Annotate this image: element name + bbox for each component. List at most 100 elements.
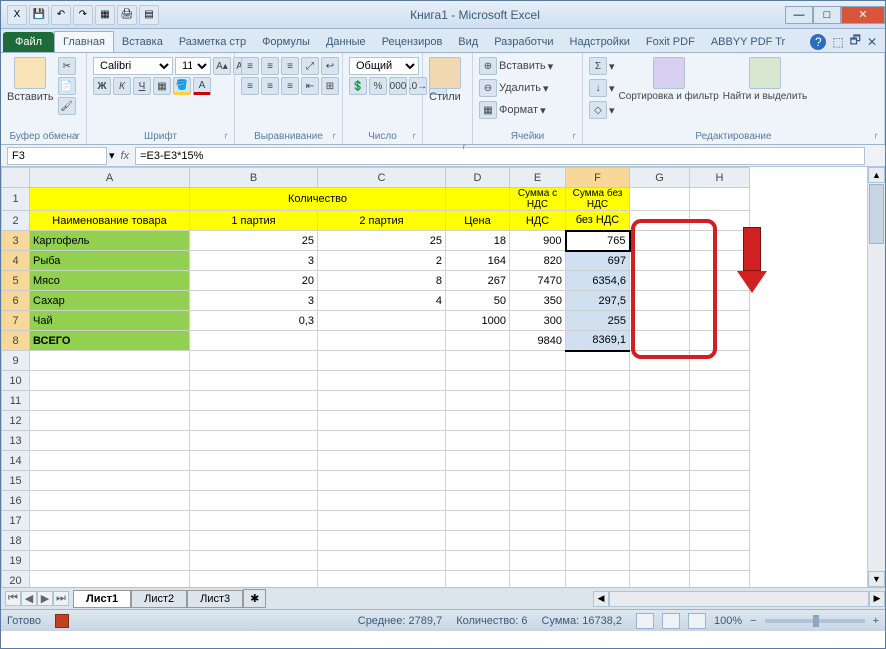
qat-excel-icon[interactable]: X <box>7 5 27 25</box>
cell[interactable] <box>30 391 190 411</box>
cell[interactable] <box>630 311 690 331</box>
cell[interactable]: 697 <box>566 251 630 271</box>
cell[interactable] <box>630 351 690 371</box>
qat-icon-6[interactable]: ▤ <box>139 5 159 25</box>
cell[interactable] <box>318 331 446 351</box>
cell[interactable] <box>446 188 510 211</box>
view-pagelayout-icon[interactable] <box>662 613 680 629</box>
cell[interactable] <box>690 531 750 551</box>
cell[interactable]: 300 <box>510 311 566 331</box>
cell[interactable] <box>190 431 318 451</box>
tab-review[interactable]: Рецензиров <box>374 32 451 52</box>
cell[interactable] <box>318 551 446 571</box>
comma-icon[interactable]: 000 <box>389 77 407 95</box>
align-top-icon[interactable]: ≡ <box>241 57 259 75</box>
cell[interactable] <box>318 471 446 491</box>
cell[interactable] <box>190 531 318 551</box>
row-header[interactable]: 4 <box>2 251 30 271</box>
cell[interactable] <box>30 491 190 511</box>
cell[interactable] <box>690 211 750 231</box>
row-header[interactable]: 3 <box>2 231 30 251</box>
underline-button[interactable]: Ч <box>133 77 151 95</box>
row-header[interactable]: 15 <box>2 471 30 491</box>
cell[interactable]: 50 <box>446 291 510 311</box>
cell[interactable] <box>510 371 566 391</box>
fill-icon[interactable]: ↓ <box>589 79 607 97</box>
row-header[interactable]: 7 <box>2 311 30 331</box>
tab-abbyy[interactable]: ABBYY PDF Tr <box>703 32 793 52</box>
cell[interactable] <box>30 431 190 451</box>
cell[interactable] <box>630 491 690 511</box>
row-header[interactable]: 18 <box>2 531 30 551</box>
col-header-F[interactable]: F <box>566 168 630 188</box>
cell[interactable] <box>446 531 510 551</box>
cell[interactable] <box>510 491 566 511</box>
copy-icon[interactable]: 📄 <box>58 77 76 95</box>
cell[interactable] <box>318 451 446 471</box>
cut-icon[interactable]: ✂ <box>58 57 76 75</box>
worksheet-grid[interactable]: A B C D E F G H 1 Количество Сумма с НДС… <box>1 167 885 587</box>
font-name-select[interactable]: Calibri <box>93 57 173 75</box>
insert-cells-icon[interactable]: ⊕ <box>479 57 497 75</box>
sheet-tab-2[interactable]: Лист2 <box>131 590 187 608</box>
cell[interactable] <box>446 371 510 391</box>
cell[interactable] <box>446 391 510 411</box>
cell[interactable] <box>630 331 690 351</box>
cell[interactable]: без НДС <box>566 211 630 231</box>
cell[interactable] <box>446 331 510 351</box>
cell[interactable] <box>30 351 190 371</box>
percent-icon[interactable]: % <box>369 77 387 95</box>
tab-pagelayout[interactable]: Разметка стр <box>171 32 254 52</box>
name-box[interactable]: F3 <box>7 147 107 165</box>
cell[interactable]: 9840 <box>510 331 566 351</box>
cell[interactable] <box>630 188 690 211</box>
qat-icon-4[interactable]: ▦ <box>95 5 115 25</box>
tab-foxit[interactable]: Foxit PDF <box>638 32 703 52</box>
italic-button[interactable]: К <box>113 77 131 95</box>
scroll-left-icon[interactable]: ◀ <box>593 591 609 607</box>
sheet-nav-prev-icon[interactable]: ◀ <box>21 591 37 606</box>
scroll-down-icon[interactable]: ▼ <box>868 571 885 587</box>
cell[interactable]: Рыба <box>30 251 190 271</box>
row-header[interactable]: 16 <box>2 491 30 511</box>
cell[interactable]: Цена <box>446 211 510 231</box>
indent-dec-icon[interactable]: ⇤ <box>301 77 319 95</box>
cell[interactable] <box>510 471 566 491</box>
cell[interactable] <box>318 531 446 551</box>
cell[interactable] <box>566 391 630 411</box>
cell[interactable] <box>510 531 566 551</box>
styles-button[interactable]: Стили <box>429 57 461 103</box>
cell[interactable] <box>318 351 446 371</box>
col-header-E[interactable]: E <box>510 168 566 188</box>
clear-icon[interactable]: ◇ <box>589 101 607 119</box>
paste-button[interactable]: Вставить <box>7 57 54 103</box>
scroll-thumb[interactable] <box>869 184 884 244</box>
cell[interactable] <box>630 211 690 231</box>
border-icon[interactable]: ▦ <box>153 77 171 95</box>
cell[interactable]: 765 <box>566 231 630 251</box>
cell[interactable]: 267 <box>446 271 510 291</box>
zoom-out-icon[interactable]: − <box>750 615 756 627</box>
cell[interactable] <box>690 188 750 211</box>
align-center-icon[interactable]: ≡ <box>261 77 279 95</box>
cell[interactable] <box>566 411 630 431</box>
cell[interactable]: 7470 <box>510 271 566 291</box>
cell[interactable] <box>446 571 510 588</box>
cell[interactable] <box>566 451 630 471</box>
currency-icon[interactable]: 💲 <box>349 77 367 95</box>
cell[interactable]: Картофель <box>30 231 190 251</box>
cell[interactable]: НДС <box>510 211 566 231</box>
row-header[interactable]: 12 <box>2 411 30 431</box>
cell[interactable] <box>510 351 566 371</box>
cell[interactable] <box>446 431 510 451</box>
autosum-icon[interactable]: Σ <box>589 57 607 75</box>
font-color-icon[interactable]: A <box>193 77 211 95</box>
close-button[interactable]: ✕ <box>841 6 885 24</box>
row-header[interactable]: 13 <box>2 431 30 451</box>
tab-developer[interactable]: Разработчи <box>486 32 561 52</box>
cell[interactable] <box>318 431 446 451</box>
sheet-nav-first-icon[interactable]: ⏮ <box>5 591 21 606</box>
cell[interactable] <box>566 511 630 531</box>
format-cells-label[interactable]: Формат <box>499 104 538 116</box>
cell[interactable] <box>318 571 446 588</box>
